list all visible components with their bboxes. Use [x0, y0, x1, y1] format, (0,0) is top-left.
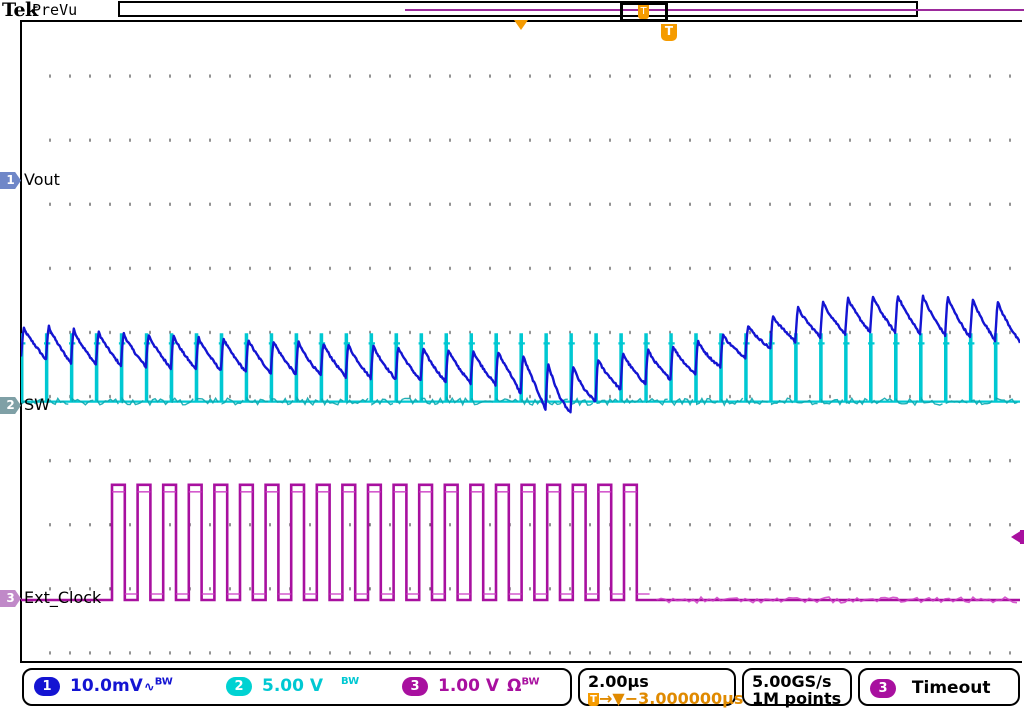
trigger-settings-panel[interactable]: 3 Timeout: [858, 668, 1020, 706]
ch3-label: Ext_Clock: [24, 588, 101, 607]
channel-settings-panel: 110.0mV∿BW 25.00 VBW 31.00 VΩBW: [22, 668, 572, 706]
ch1-label: Vout: [24, 170, 60, 189]
delay-arrow-icon: →▼: [599, 689, 625, 708]
ch1-readout[interactable]: 1 10.0mV∿BW: [34, 676, 173, 696]
oscilloscope-screen: Tek PreVu T T 1 Vout: [0, 0, 1024, 711]
ch3-impedance-icon: Ω: [507, 676, 521, 696]
ch2-scale: 5.00 V: [262, 676, 323, 696]
trigger-delay-readout: T→▼−3.000000µs: [588, 689, 743, 708]
ch3-bandwidth-icon: BW: [521, 676, 539, 687]
ch1-bandwidth-icon: BW: [155, 676, 173, 687]
ch1-scale: 10.0mV: [70, 676, 143, 696]
ch3-badge[interactable]: 3: [402, 677, 428, 696]
trigger-readout: 3 Timeout: [870, 678, 991, 698]
trigger-type-label: Timeout: [912, 678, 991, 698]
delay-trigger-icon: T: [588, 693, 599, 706]
ch2-bandwidth-icon: BW: [341, 676, 359, 687]
waveform-canvas: [0, 0, 1024, 711]
bottom-readout-row: 110.0mV∿BW 25.00 VBW 31.00 VΩBW 2.00µs T…: [0, 668, 1024, 708]
ch2-label: SW: [24, 395, 50, 414]
ch2-badge[interactable]: 2: [226, 677, 252, 696]
acquisition-settings-panel[interactable]: 5.00GS/s 1M points: [742, 668, 852, 706]
ch1-coupling-icon: ∿: [144, 680, 155, 695]
record-length: 1M points: [752, 689, 841, 708]
waveform-ch3-ext-clock-noise: [112, 492, 1017, 603]
ch3-scale: 1.00 V: [438, 676, 499, 696]
ch2-readout[interactable]: 2 5.00 V BW: [226, 676, 359, 696]
waveform-ch3-ext-clock: [21, 485, 1020, 600]
ch1-badge[interactable]: 1: [34, 677, 60, 696]
delay-value: −3.000000µs: [625, 689, 744, 708]
ch3-readout[interactable]: 3 1.00 V ΩBW: [402, 676, 540, 696]
trigger-source-badge[interactable]: 3: [870, 679, 896, 698]
horizontal-settings-panel[interactable]: 2.00µs T→▼−3.000000µs: [578, 668, 736, 706]
